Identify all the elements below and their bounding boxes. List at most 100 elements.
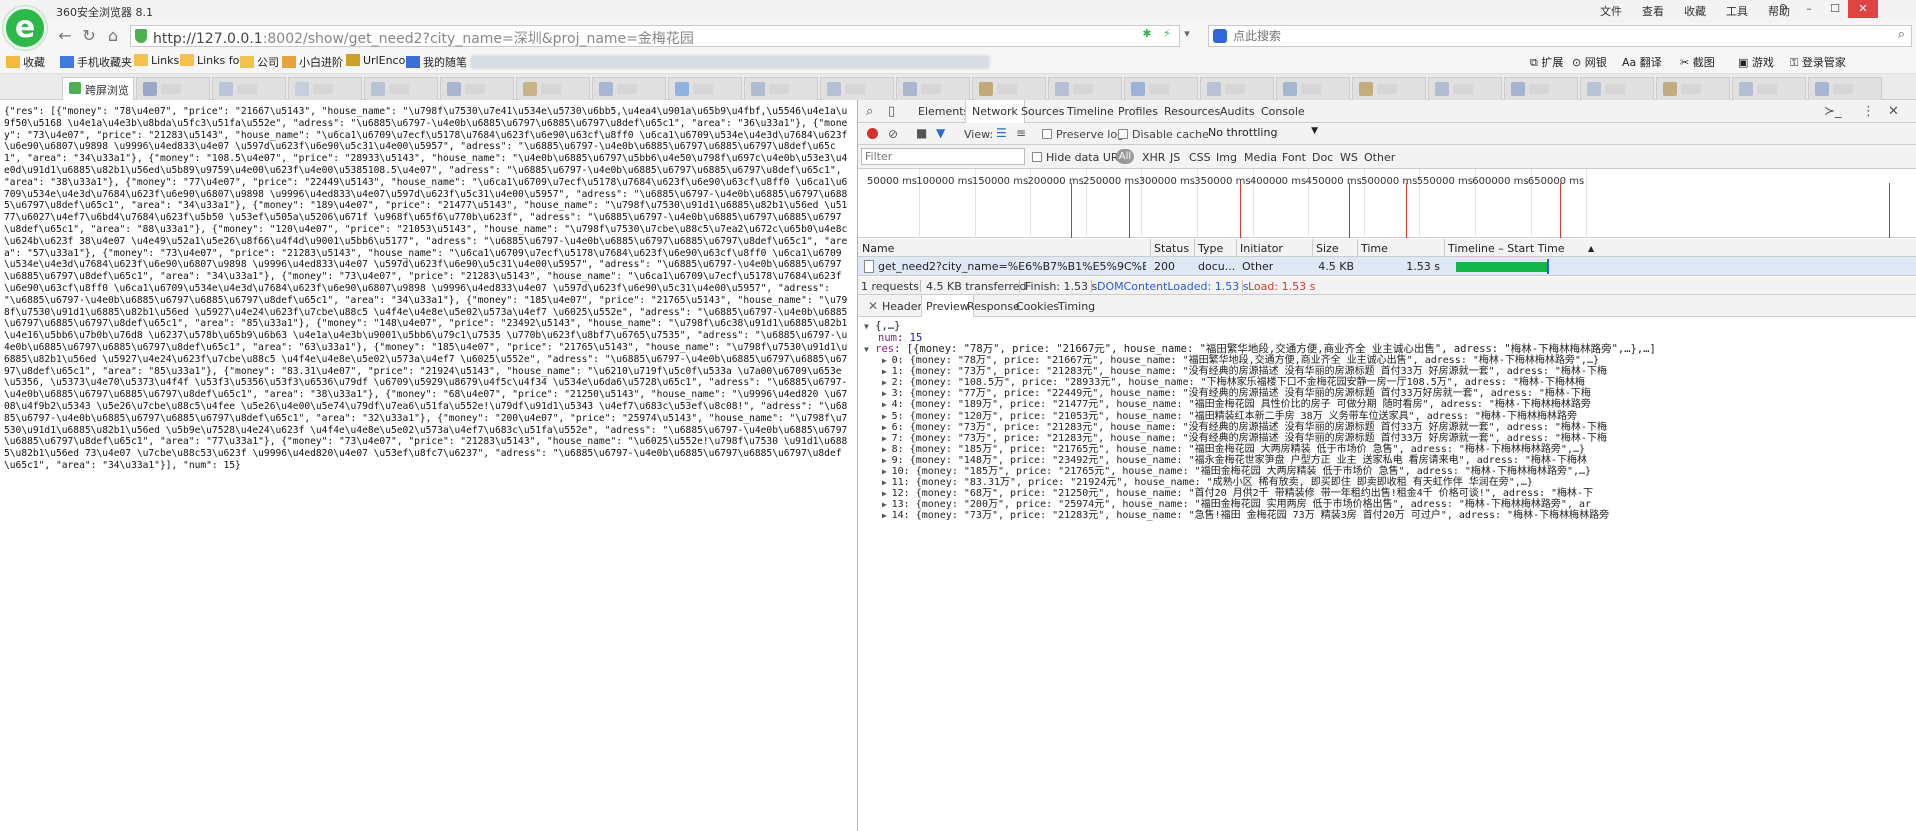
devtools-tab-network[interactable]: Network bbox=[965, 100, 1025, 123]
request-name[interactable]: get_need2?city_name=%E6%B7%B1%E5%9C%B3&p… bbox=[878, 260, 1146, 273]
filter-type-js[interactable]: JS bbox=[1170, 151, 1180, 164]
filter-input[interactable] bbox=[861, 148, 1025, 165]
pin-icon[interactable]: ⚲ bbox=[1770, 0, 1796, 18]
bookmark-links-fo[interactable]: Links fo bbox=[180, 54, 239, 70]
filter-type-xhr[interactable]: XHR bbox=[1142, 151, 1165, 164]
browser-tab[interactable] bbox=[1124, 77, 1198, 100]
devtools-close-icon[interactable]: ✕ bbox=[1888, 104, 1899, 119]
devtools-tab-audits[interactable]: Audits bbox=[1220, 105, 1255, 118]
devtools-tab-timeline[interactable]: Timeline bbox=[1067, 105, 1114, 118]
device-mode-icon[interactable]: ▯ bbox=[888, 104, 895, 119]
large-rows-icon[interactable]: ☰ bbox=[996, 126, 1007, 140]
bookmark-mobile[interactable]: 手机收藏夹 bbox=[60, 54, 132, 70]
bookmark-blog[interactable]: 我的随笔 bbox=[406, 54, 467, 70]
preview-res-item[interactable]: ▶ 14: {money: "73万", price: "21283元", ho… bbox=[882, 510, 1609, 521]
preview-res-item[interactable]: ▶ 0: {money: "78万", price: "21667元", hou… bbox=[882, 355, 1599, 366]
close-button[interactable]: ✕ bbox=[1848, 0, 1878, 18]
filter-type-ws[interactable]: WS bbox=[1340, 151, 1358, 164]
browser-tab[interactable] bbox=[1504, 77, 1578, 100]
search-box[interactable]: ⌕ bbox=[1208, 25, 1912, 47]
browser-tab[interactable] bbox=[1656, 77, 1730, 100]
filter-type-other[interactable]: Other bbox=[1364, 151, 1395, 164]
banking-button[interactable]: ⊙ 网银 bbox=[1572, 54, 1607, 70]
preview-res-item[interactable]: ▶ 9: {money: "148万", price: "23492元", ho… bbox=[882, 455, 1587, 466]
filter-type-font[interactable]: Font bbox=[1282, 151, 1306, 164]
drawer-console-icon[interactable]: ≻_ bbox=[1824, 104, 1841, 119]
preview-res-item[interactable]: ▶ 2: {money: "108.5万", price: "28933元", … bbox=[882, 377, 1585, 388]
browser-tab[interactable] bbox=[1276, 77, 1350, 100]
browser-tab[interactable] bbox=[1808, 77, 1882, 100]
devtools-tab-console[interactable]: Console bbox=[1261, 105, 1305, 118]
search-icon[interactable]: ⌕ bbox=[1898, 27, 1905, 42]
preview-root[interactable]: ▼ {,…} bbox=[864, 320, 900, 332]
browser-tab[interactable] bbox=[212, 77, 286, 100]
login-manager-button[interactable]: ⚿ 登录管家 bbox=[1790, 54, 1846, 70]
preview-res-item[interactable]: ▶ 1: {money: "73万", price: "21283元", hou… bbox=[882, 366, 1607, 377]
extensions-button[interactable]: ⧉ 扩展 bbox=[1530, 54, 1563, 70]
browser-tab[interactable] bbox=[668, 77, 742, 100]
browser-tab[interactable] bbox=[1352, 77, 1426, 100]
preview-res-item[interactable]: ▶ 4: {money: "189万", price: "21477元", ho… bbox=[882, 399, 1591, 410]
throttling-select[interactable]: No throttling ▼ bbox=[1208, 126, 1318, 142]
search-input[interactable] bbox=[1233, 27, 1833, 45]
preview-res-item[interactable]: ▶ 10: {money: "185万", price: "21765元", h… bbox=[882, 466, 1591, 477]
translate-button[interactable]: Aa 翻译 bbox=[1622, 54, 1662, 70]
refresh-icon[interactable]: ↻ bbox=[78, 25, 100, 47]
browser-tab[interactable] bbox=[440, 77, 514, 100]
record-icon[interactable] bbox=[867, 128, 878, 139]
menu-view[interactable]: 查看 bbox=[1632, 3, 1674, 19]
preview-res-item[interactable]: ▶ 5: {money: "120万", price: "21053元", ho… bbox=[882, 411, 1577, 422]
browser-tab[interactable] bbox=[820, 77, 894, 100]
maximize-button[interactable]: ☐ bbox=[1822, 0, 1848, 18]
clear-icon[interactable]: ⊘ bbox=[888, 127, 898, 141]
tab-cross-screen[interactable]: 跨屏浏览 bbox=[62, 77, 134, 100]
preview-res-item[interactable]: ▶ 3: {money: "77万", price: "22449元", hou… bbox=[882, 388, 1591, 399]
bookmark-links[interactable]: Links bbox=[134, 54, 179, 70]
inspect-icon[interactable]: ⌕ bbox=[866, 104, 873, 119]
detail-tab-response[interactable]: Response bbox=[967, 300, 1020, 313]
browser-tab[interactable] bbox=[1048, 77, 1122, 100]
bookmark-xiaobai[interactable]: 小白进阶 bbox=[282, 54, 343, 70]
devtools-tab-resources[interactable]: Resources bbox=[1164, 105, 1220, 118]
back-arrow-icon[interactable]: ← bbox=[54, 25, 76, 47]
preview-res[interactable]: ▼ res: [{money: "78万", price: "21667元", … bbox=[864, 343, 1656, 355]
home-icon[interactable]: ⌂ bbox=[102, 25, 124, 47]
devtools-tab-profiles[interactable]: Profiles bbox=[1118, 105, 1158, 118]
screenshot-button[interactable]: ✂ 截图 bbox=[1680, 54, 1715, 70]
search-engine-icon[interactable] bbox=[1213, 29, 1227, 43]
menu-file[interactable]: 文件 bbox=[1590, 3, 1632, 19]
browser-tab[interactable] bbox=[364, 77, 438, 100]
games-button[interactable]: ▣ 游戏 bbox=[1738, 54, 1774, 70]
browser-tab[interactable] bbox=[136, 77, 210, 100]
browser-tab[interactable] bbox=[972, 77, 1046, 100]
filter-type-css[interactable]: CSS bbox=[1189, 151, 1211, 164]
browser-tab[interactable] bbox=[1428, 77, 1502, 100]
network-overview-timeline[interactable]: 50000 ms 100000 ms 150000 ms 200000 ms 25000… bbox=[858, 169, 1916, 238]
preserve-log-checkbox[interactable]: Preserve log bbox=[1042, 128, 1124, 141]
devtools-tab-elements[interactable]: Elements bbox=[918, 105, 969, 118]
column-timeline[interactable]: Timeline – Start Time bbox=[1448, 242, 1565, 255]
capture-screenshots-icon[interactable]: ■ bbox=[916, 126, 927, 140]
column-size[interactable]: Size bbox=[1316, 242, 1339, 255]
column-type[interactable]: Type bbox=[1198, 242, 1223, 255]
browser-tab[interactable] bbox=[592, 77, 666, 100]
column-time[interactable]: Time bbox=[1361, 242, 1388, 255]
browser-tab[interactable] bbox=[1200, 77, 1274, 100]
menu-favorites[interactable]: 收藏 bbox=[1674, 3, 1716, 19]
detail-tab-cookies[interactable]: Cookies bbox=[1016, 300, 1059, 313]
overview-icon[interactable]: ≡ bbox=[1016, 126, 1026, 140]
browser-tab[interactable] bbox=[744, 77, 818, 100]
minimize-button[interactable]: – bbox=[1796, 0, 1822, 18]
filter-type-doc[interactable]: Doc bbox=[1312, 151, 1333, 164]
browser-tab[interactable] bbox=[896, 77, 970, 100]
browser-tab[interactable] bbox=[1732, 77, 1806, 100]
request-row[interactable]: get_need2?city_name=%E6%B7%B1%E5%9C%B3&p… bbox=[858, 257, 1916, 276]
devtools-tab-sources[interactable]: Sources bbox=[1021, 105, 1065, 118]
speed-mode-icon[interactable]: ✱ bbox=[1140, 27, 1154, 41]
filter-type-media[interactable]: Media bbox=[1244, 151, 1277, 164]
browser-tab[interactable] bbox=[1580, 77, 1654, 100]
filter-type-img[interactable]: Img bbox=[1216, 151, 1237, 164]
column-initiator[interactable]: Initiator bbox=[1240, 242, 1283, 255]
preview-res-item[interactable]: ▶ 7: {money: "73万", price: "21283元", hou… bbox=[882, 433, 1607, 444]
filter-type-all[interactable]: All bbox=[1116, 149, 1134, 164]
